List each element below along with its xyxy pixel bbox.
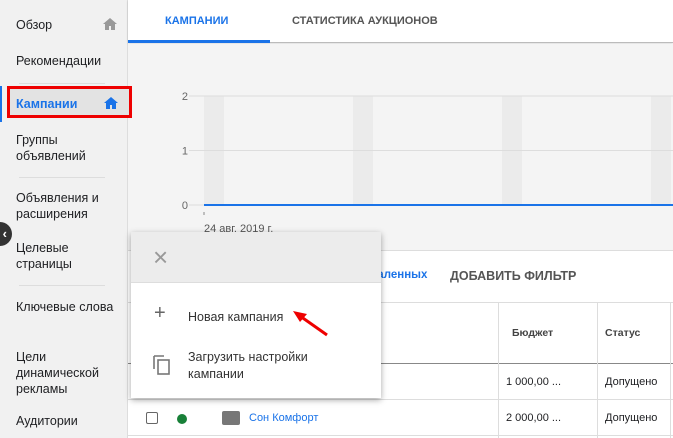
chart-svg: 21024 авг. 2019 г.	[182, 91, 673, 235]
search-campaign-icon	[222, 411, 240, 425]
sidebar-item-audiences[interactable]: Аудитории	[16, 413, 116, 429]
home-icon	[104, 97, 118, 109]
y-tick-label: 1	[182, 146, 188, 158]
tab-campaigns[interactable]: КАМПАНИИ	[165, 15, 228, 27]
add-filter-button[interactable]: ДОБАВИТЬ ФИЛЬТР	[450, 269, 576, 283]
sidebar-item-ad-groups[interactable]: Группы объявлений	[16, 132, 116, 164]
performance-chart: 2 1 0 24 авг. 2019 г.	[128, 44, 673, 251]
load-settings-item[interactable]: Загрузить настройки кампании	[188, 349, 358, 383]
sidebar-item-landing-pages[interactable]: Целевые страницы	[16, 240, 116, 272]
column-header-status[interactable]: Статус	[605, 327, 640, 339]
sidebar-item-keywords[interactable]: Ключевые слова	[16, 299, 116, 315]
table-row: Сон Комфорт 2 000,00 ... Допущено	[128, 400, 673, 436]
create-menu-popup: × + Новая кампания Загрузить настройки к…	[131, 232, 381, 398]
y-tick-label: 2	[182, 91, 188, 103]
budget-cell: 1 000,00 ...	[506, 376, 562, 388]
sidebar-item-overview[interactable]: Обзор	[16, 17, 116, 33]
red-arrow-annotation	[293, 311, 328, 337]
tab-auction-insights[interactable]: СТАТИСТИКА АУКЦИОНОВ	[292, 15, 438, 27]
sidebar-item-campaigns[interactable]: Кампании	[7, 86, 132, 118]
budget-cell: 2 000,00 ...	[506, 412, 562, 424]
status-cell: Допущено	[605, 412, 658, 424]
sidebar-item-recommendations[interactable]: Рекомендации	[16, 53, 116, 69]
y-tick-label: 0	[182, 200, 188, 212]
status-dot-icon	[177, 414, 187, 424]
sidebar-item-label: Кампании	[16, 97, 78, 111]
close-icon[interactable]: ×	[153, 242, 168, 273]
status-cell: Допущено	[605, 376, 658, 388]
active-tab-underline	[128, 40, 270, 43]
row-checkbox[interactable]	[146, 412, 158, 424]
home-icon	[103, 18, 117, 30]
tab-bar: КАМПАНИИ СТАТИСТИКА АУКЦИОНОВ	[128, 0, 673, 43]
copy-icon	[153, 355, 170, 375]
sidebar-item-dsa-targets[interactable]: Цели динамической рекламы	[16, 349, 106, 397]
column-header-budget[interactable]: Бюджет	[512, 327, 553, 339]
campaign-name-link[interactable]: Сон Комфорт	[249, 412, 318, 424]
sidebar: Обзор Рекомендации Кампании Группы объяв…	[0, 0, 132, 438]
plus-icon: +	[154, 302, 166, 324]
active-indicator	[0, 86, 2, 122]
sidebar-item-ads-extensions[interactable]: Объявления и расширения	[16, 190, 116, 222]
new-campaign-item[interactable]: Новая кампания	[188, 309, 283, 326]
